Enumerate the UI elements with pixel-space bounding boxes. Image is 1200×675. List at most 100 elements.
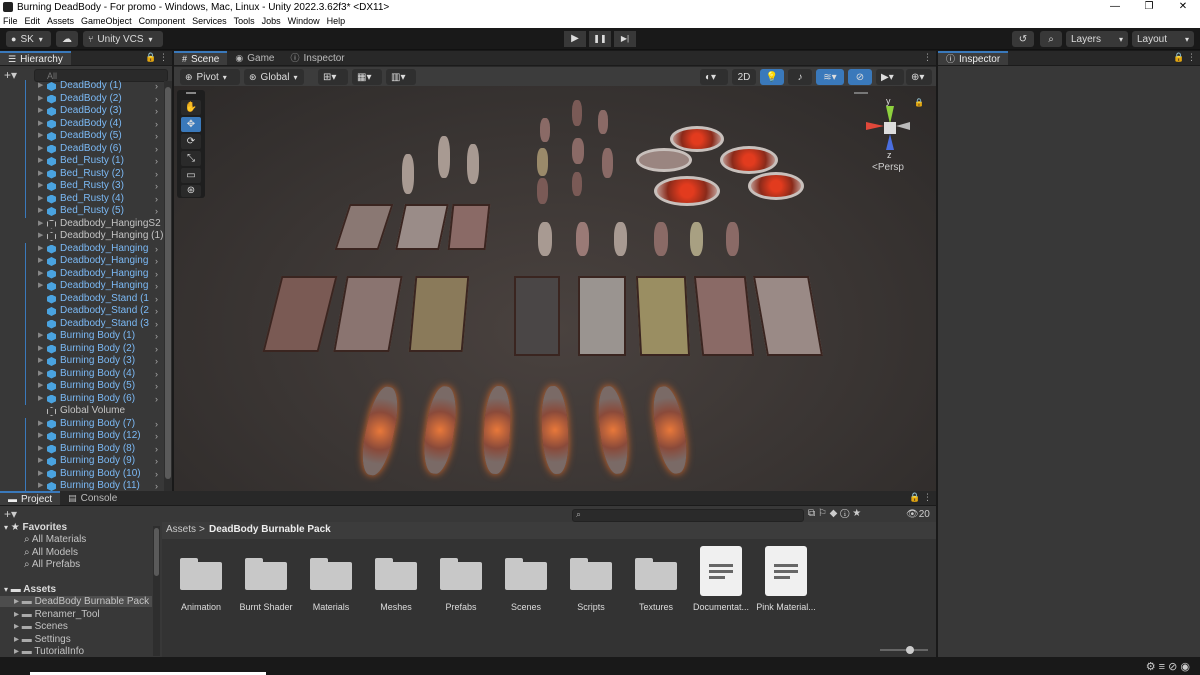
expand-arrow-icon[interactable]: ▶ bbox=[38, 480, 43, 491]
expand-arrow-icon[interactable]: ▶ bbox=[38, 105, 43, 118]
tab-scene[interactable]: # Scene bbox=[174, 51, 228, 65]
expand-arrow-icon[interactable]: ▶ bbox=[38, 455, 43, 468]
hierarchy-item[interactable]: ▶ Burning Body (3) › bbox=[0, 355, 164, 368]
bathtub-object[interactable] bbox=[670, 126, 724, 152]
lighting-toggle[interactable]: 💡 bbox=[760, 69, 784, 85]
open-prefab-icon[interactable]: › bbox=[155, 318, 158, 331]
hierarchy-item[interactable]: ▶ Burning Body (7) › bbox=[0, 417, 164, 430]
expand-arrow-icon[interactable]: ▶ bbox=[38, 155, 43, 168]
layout-dropdown[interactable]: Layout ▾ bbox=[1132, 31, 1194, 47]
menu-item-assets[interactable]: Assets bbox=[47, 16, 74, 26]
tab-inspector[interactable]: ⓘ Inspector bbox=[938, 51, 1009, 65]
hanging-body[interactable] bbox=[537, 178, 548, 204]
hierarchy-item[interactable]: Deadbody_Stand (2 › bbox=[0, 305, 164, 318]
bed-object[interactable] bbox=[334, 204, 394, 250]
expand-arrow-icon[interactable]: ▶ bbox=[38, 118, 43, 131]
expand-arrow-icon[interactable]: ▶ bbox=[38, 93, 43, 106]
open-prefab-icon[interactable]: › bbox=[155, 393, 158, 406]
expand-arrow-icon[interactable]: ▶ bbox=[38, 230, 43, 243]
open-prefab-icon[interactable]: › bbox=[155, 280, 158, 293]
menu-item-tools[interactable]: Tools bbox=[234, 16, 255, 26]
panel-menu-icon[interactable]: 🔒 ⋮ bbox=[1173, 52, 1196, 63]
project-search-input[interactable] bbox=[572, 509, 804, 522]
hierarchy-item[interactable]: ▶ DeadBody (1) › bbox=[0, 80, 164, 93]
step-button[interactable]: ▶| bbox=[614, 31, 636, 47]
expand-arrow-icon[interactable]: ▶ bbox=[38, 393, 43, 406]
camera-settings-button[interactable]: ▶▾ bbox=[876, 69, 904, 85]
bathtub-object[interactable] bbox=[748, 172, 804, 200]
open-prefab-icon[interactable]: › bbox=[155, 118, 158, 131]
hanging-body[interactable] bbox=[537, 148, 548, 176]
assets-header[interactable]: ▾ ▬ Assets bbox=[4, 584, 56, 595]
bed-object[interactable] bbox=[262, 276, 338, 352]
draw-mode-button[interactable]: ◐▾ bbox=[700, 69, 728, 85]
tree-scrollbar[interactable] bbox=[153, 526, 160, 656]
zoom-slider-thumb[interactable] bbox=[906, 646, 914, 654]
tab-inspector-scene[interactable]: ⓘ Inspector bbox=[282, 51, 352, 65]
expand-arrow-icon[interactable]: ▶ bbox=[38, 80, 43, 93]
expand-arrow-icon[interactable]: ▶ bbox=[38, 355, 43, 368]
favorite-item[interactable]: ⌕ All Materials bbox=[24, 534, 86, 545]
hanging-body[interactable] bbox=[602, 148, 613, 178]
pivot-dropdown[interactable]: ⊕ Pivot ▾ bbox=[180, 69, 240, 85]
asset-tree-item[interactable]: ▸ ▬ Scenes bbox=[0, 621, 152, 632]
hierarchy-item[interactable]: ▶ DeadBody (6) › bbox=[0, 142, 164, 155]
asset-item[interactable]: Prefabs bbox=[429, 548, 493, 618]
bed-object[interactable] bbox=[395, 204, 449, 250]
play-button[interactable]: ▶ bbox=[564, 31, 586, 47]
global-dropdown[interactable]: ⊛ Global ▾ bbox=[244, 69, 304, 85]
hierarchy-item[interactable]: ▶ Bed_Rusty (2) › bbox=[0, 167, 164, 180]
panel-menu-icon[interactable]: 🔒 ⋮ bbox=[909, 492, 932, 503]
standing-body[interactable] bbox=[402, 154, 414, 194]
open-prefab-icon[interactable]: › bbox=[155, 243, 158, 256]
asset-tree-item[interactable]: ▸ ▬ Renamer_Tool bbox=[0, 609, 152, 620]
bed-object[interactable] bbox=[408, 276, 470, 352]
open-prefab-icon[interactable]: › bbox=[155, 480, 158, 491]
expand-arrow-icon[interactable]: ▶ bbox=[38, 280, 43, 293]
increment-snap-button[interactable]: ▥▾ bbox=[386, 69, 416, 85]
lock-icon[interactable]: 🔒 bbox=[914, 98, 924, 107]
burning-body[interactable] bbox=[594, 384, 632, 476]
gizmo-drag-handle[interactable] bbox=[854, 92, 868, 94]
asset-item[interactable]: Scripts bbox=[559, 548, 623, 618]
hidden-packages-count[interactable]: 👁20 bbox=[906, 509, 930, 520]
breadcrumb-current[interactable]: DeadBody Burnable Pack bbox=[209, 524, 331, 535]
hierarchy-item[interactable]: ▶ DeadBody (5) › bbox=[0, 130, 164, 143]
hierarchy-item[interactable]: ▶ Burning Body (9) › bbox=[0, 455, 164, 468]
tab-project[interactable]: ▬ Project bbox=[0, 491, 61, 505]
expand-arrow-icon[interactable]: ▶ bbox=[38, 443, 43, 456]
open-prefab-icon[interactable]: › bbox=[155, 268, 158, 281]
expand-arrow-icon[interactable]: ▶ bbox=[38, 468, 43, 481]
tab-game[interactable]: ◉ Game bbox=[227, 51, 282, 65]
burning-body[interactable] bbox=[648, 384, 692, 476]
breadcrumb-assets[interactable]: Assets bbox=[166, 524, 196, 535]
bed-object[interactable] bbox=[693, 276, 755, 356]
expand-arrow-icon[interactable]: ▶ bbox=[38, 255, 43, 268]
expand-arrow-icon[interactable]: ▶ bbox=[38, 268, 43, 281]
open-prefab-icon[interactable]: › bbox=[155, 343, 158, 356]
expand-arrow-icon[interactable]: ▶ bbox=[38, 130, 43, 143]
gizmo-center[interactable] bbox=[884, 122, 896, 134]
tab-hierarchy[interactable]: ☰ Hierarchy bbox=[0, 51, 71, 65]
lying-body[interactable] bbox=[614, 222, 627, 256]
filter-icons[interactable]: ⧉ ⚐ ◆ ⓘ ★ bbox=[808, 508, 861, 519]
hierarchy-item[interactable]: Global Volume bbox=[0, 405, 164, 418]
open-prefab-icon[interactable]: › bbox=[155, 430, 158, 443]
hanging-body[interactable] bbox=[572, 138, 584, 164]
favorite-item[interactable]: ⌕ All Prefabs bbox=[24, 559, 80, 570]
hierarchy-item[interactable]: ▶ Deadbody_Hanging (1) bbox=[0, 230, 164, 243]
bed-object[interactable] bbox=[447, 204, 491, 250]
asset-item[interactable]: Textures bbox=[624, 548, 688, 618]
asset-item[interactable]: Burnt Shader bbox=[234, 548, 298, 618]
zoom-slider[interactable] bbox=[880, 646, 928, 654]
asset-tree-item[interactable]: ▸ ▬ DeadBody Burnable Pack bbox=[0, 596, 152, 607]
maximize-button[interactable]: ❐ bbox=[1132, 0, 1166, 14]
bed-object[interactable] bbox=[752, 276, 824, 356]
lying-body[interactable] bbox=[690, 222, 703, 256]
status-icons[interactable]: ⚙ ≡ ⊘ ◉ bbox=[1146, 660, 1190, 673]
asset-item[interactable]: Animation bbox=[169, 548, 233, 618]
hierarchy-item[interactable]: ▶ Deadbody_HangingS2 bbox=[0, 218, 164, 231]
open-prefab-icon[interactable]: › bbox=[155, 443, 158, 456]
hanging-body[interactable] bbox=[572, 100, 582, 126]
close-button[interactable]: ✕ bbox=[1166, 0, 1200, 14]
